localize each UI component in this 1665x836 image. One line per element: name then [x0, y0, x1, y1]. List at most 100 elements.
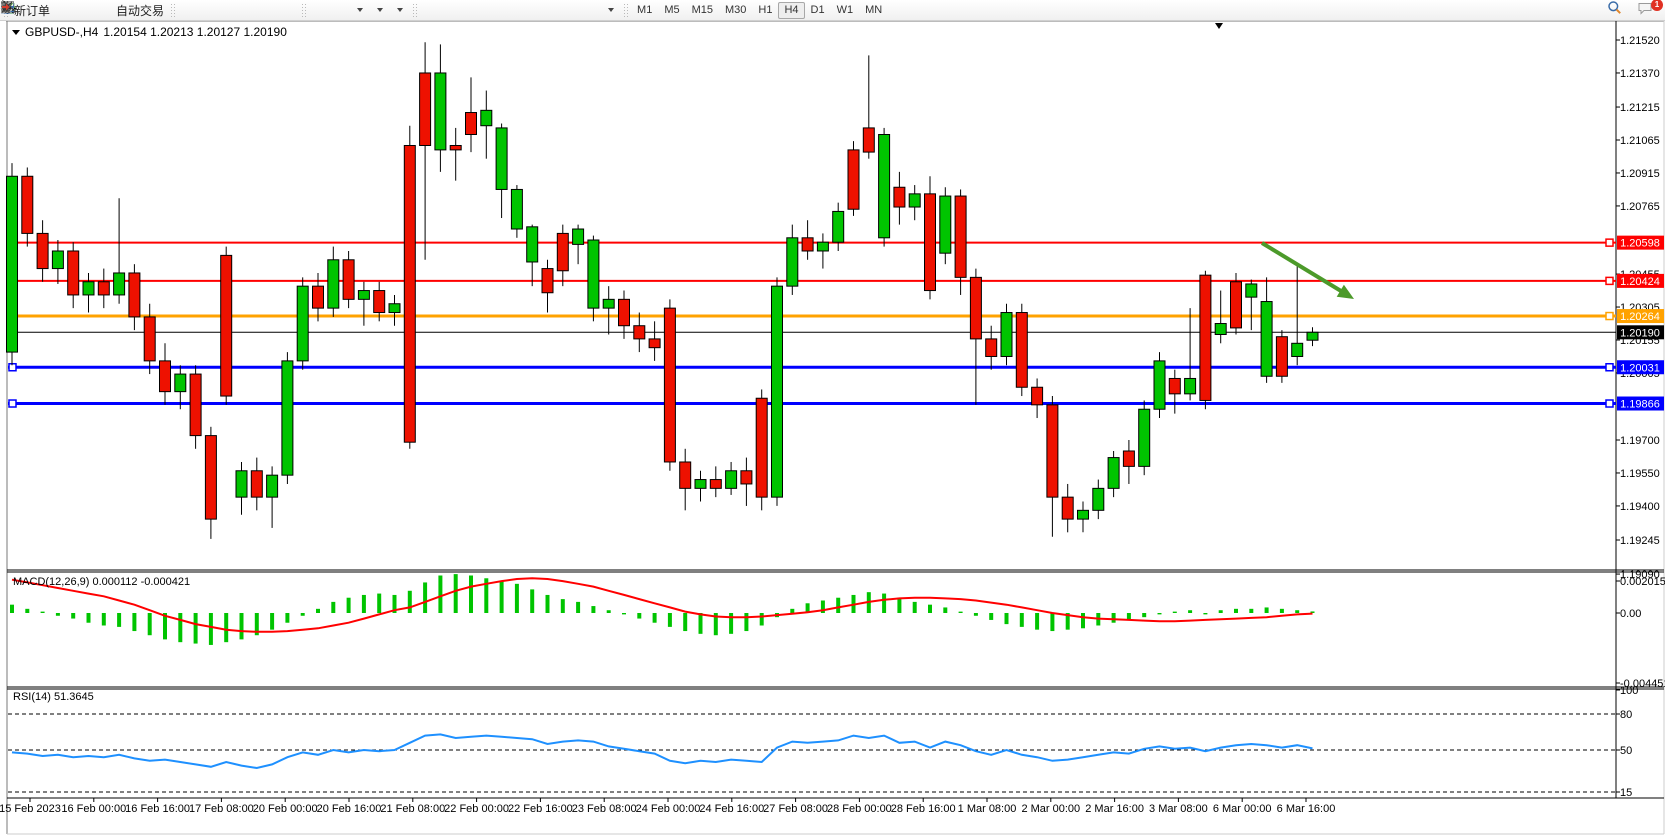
- bullish-candle: [603, 299, 614, 308]
- bullish-candle: [1261, 302, 1272, 377]
- vertical-line-tool-button[interactable]: [460, 1, 480, 19]
- autotrading-button[interactable]: 自动交易: [113, 1, 167, 19]
- bullish-candle: [1215, 324, 1226, 335]
- trendline-tool-button[interactable]: [500, 1, 520, 19]
- chart-shift-button[interactable]: [329, 1, 349, 19]
- chart-canvas[interactable]: 1.215201.213701.212151.210651.209151.207…: [0, 0, 1665, 836]
- template-button[interactable]: [389, 1, 409, 19]
- timeframe-M30[interactable]: M30: [719, 2, 752, 19]
- deposit-button[interactable]: [53, 1, 73, 19]
- cursor-tool-button[interactable]: [420, 1, 440, 19]
- chart-title-collapse-icon[interactable]: [12, 30, 20, 35]
- bullish-candle: [1108, 458, 1119, 489]
- svg-text:23 Feb 08:00: 23 Feb 08:00: [572, 803, 637, 815]
- timeframe-M15[interactable]: M15: [686, 2, 719, 19]
- svg-text:3 Mar 08:00: 3 Mar 08:00: [1149, 803, 1208, 815]
- bearish-candle: [634, 326, 645, 339]
- bullish-candle: [1093, 488, 1104, 510]
- new-order-button[interactable]: 新订单: [11, 1, 53, 19]
- svg-text:17 Feb 08:00: 17 Feb 08:00: [189, 803, 254, 815]
- bearish-candle: [374, 291, 385, 313]
- bullish-candle: [1139, 409, 1150, 466]
- line-chart-button[interactable]: [218, 1, 238, 19]
- notification-badge: 1: [1651, 0, 1663, 11]
- bearish-candle: [680, 462, 691, 488]
- toolbar: 新订单 自动交易: [0, 0, 1665, 21]
- bullish-candle: [787, 238, 798, 286]
- bullish-candle: [940, 196, 951, 253]
- signals-button[interactable]: [93, 1, 113, 19]
- account-button[interactable]: [73, 1, 93, 19]
- svg-text:0.002015: 0.002015: [1620, 576, 1665, 588]
- bearish-candle: [741, 471, 752, 484]
- add-indicator-button[interactable]: [349, 1, 369, 19]
- auto-scroll-button[interactable]: [309, 1, 329, 19]
- rsi-indicator-label: RSI(14) 51.3645: [13, 691, 94, 703]
- text-tool-button[interactable]: A: [560, 1, 580, 19]
- equidistant-channel-tool-button[interactable]: E: [520, 1, 540, 19]
- periodicity-button[interactable]: [369, 1, 389, 19]
- svg-text:1.21370: 1.21370: [1620, 68, 1660, 80]
- svg-text:6 Mar 00:00: 6 Mar 00:00: [1213, 803, 1272, 815]
- zoom-in-button[interactable]: [238, 1, 258, 19]
- timeframe-M1[interactable]: M1: [631, 2, 658, 19]
- bearish-candle: [649, 339, 660, 348]
- tile-windows-button[interactable]: [278, 1, 298, 19]
- bullish-candle: [527, 227, 538, 262]
- bullish-candle: [1246, 284, 1257, 297]
- fibonacci-tool-button[interactable]: F: [540, 1, 560, 19]
- bullish-candle: [496, 128, 507, 190]
- notifications-button[interactable]: 1: [1637, 1, 1657, 19]
- timeframe-W1[interactable]: W1: [831, 2, 860, 19]
- bearish-candle: [343, 260, 354, 300]
- timeframe-M5[interactable]: M5: [658, 2, 685, 19]
- timeframe-D1[interactable]: D1: [805, 2, 831, 19]
- bullish-candle: [389, 304, 400, 313]
- svg-text:20 Feb 16:00: 20 Feb 16:00: [317, 803, 382, 815]
- bearish-candle: [1016, 313, 1027, 388]
- svg-text:1.21520: 1.21520: [1620, 35, 1660, 47]
- crosshair-tool-button[interactable]: [440, 1, 460, 19]
- bullish-candle: [833, 211, 844, 242]
- bullish-candle: [695, 480, 706, 489]
- horizontal-line-tool-button[interactable]: [480, 1, 500, 19]
- bullish-candle: [7, 176, 18, 352]
- bearish-candle: [710, 480, 721, 489]
- svg-text:28 Feb 16:00: 28 Feb 16:00: [891, 803, 956, 815]
- svg-text:0.00: 0.00: [1620, 608, 1641, 620]
- timeframe-H1[interactable]: H1: [752, 2, 778, 19]
- svg-text:28 Feb 00:00: 28 Feb 00:00: [827, 803, 892, 815]
- shapes-tool-button[interactable]: [600, 1, 620, 19]
- svg-text:20 Feb 00:00: 20 Feb 00:00: [253, 803, 318, 815]
- bullish-candle: [1078, 510, 1089, 519]
- bullish-candle: [909, 194, 920, 207]
- bullish-candle: [726, 471, 737, 489]
- zoom-out-button[interactable]: [258, 1, 278, 19]
- bullish-candle: [573, 229, 584, 244]
- bearish-candle: [802, 238, 813, 251]
- bullish-candle: [328, 260, 339, 308]
- svg-text:1.20190: 1.20190: [1620, 327, 1660, 339]
- bullish-candle: [1307, 332, 1318, 340]
- timeframe-MN[interactable]: MN: [859, 2, 888, 19]
- bullish-candle: [772, 286, 783, 497]
- svg-text:6 Mar 16:00: 6 Mar 16:00: [1277, 803, 1336, 815]
- bar-chart-button[interactable]: [178, 1, 198, 19]
- bearish-candle: [1231, 282, 1242, 328]
- bearish-candle: [98, 282, 109, 295]
- bearish-candle: [420, 73, 431, 146]
- bearish-candle: [1062, 497, 1073, 519]
- timeframe-H4[interactable]: H4: [778, 2, 804, 19]
- bullish-candle: [435, 73, 446, 150]
- bullish-candle: [879, 135, 890, 238]
- search-button[interactable]: [1607, 1, 1627, 19]
- svg-text:2 Mar 16:00: 2 Mar 16:00: [1085, 803, 1144, 815]
- toolbar-grip: [623, 3, 628, 17]
- bearish-candle: [450, 145, 461, 149]
- bearish-candle: [129, 273, 140, 317]
- bullish-candle: [114, 273, 125, 295]
- text-label-tool-button[interactable]: T: [580, 1, 600, 19]
- candlestick-chart-button[interactable]: [198, 1, 218, 19]
- dropdown-caret-icon: [377, 8, 383, 12]
- bullish-candle: [511, 189, 522, 229]
